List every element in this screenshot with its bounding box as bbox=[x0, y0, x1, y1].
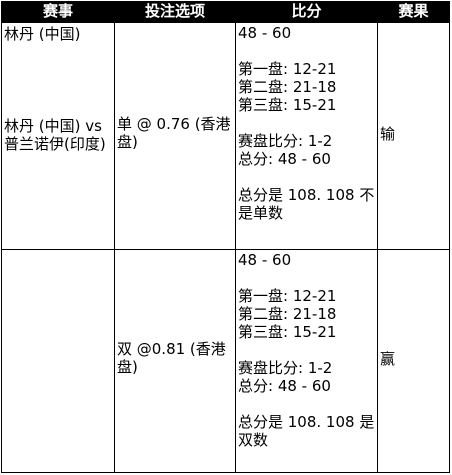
total-note: 总分是 108. 108 不是单数 bbox=[238, 186, 375, 222]
table-row: 双 @0.81 (香港盘) 48 - 60 第一盘: 12-21 第二盘: 21… bbox=[1, 249, 450, 473]
result-cell: 赢 bbox=[377, 249, 450, 473]
total-score: 总分: 48 - 60 bbox=[238, 150, 331, 168]
bet-option-cell: 双 @0.81 (香港盘) bbox=[114, 249, 236, 473]
header-score: 比分 bbox=[235, 1, 378, 23]
event-cell bbox=[1, 249, 115, 473]
header-result: 赛果 bbox=[377, 1, 450, 23]
result-value: 输 bbox=[380, 125, 396, 143]
result-cell: 输 bbox=[377, 22, 450, 250]
bet-option-cell: 单 @ 0.76 (香港盘) bbox=[114, 22, 236, 250]
bet-history-table: 赛事 投注选项 比分 赛果 林丹 (中国) 林丹 (中国) vs 普兰诺伊(印度… bbox=[1, 1, 450, 473]
score-details: 48 - 60 第一盘: 12-21 第二盘: 21-18 第三盘: 15-21… bbox=[238, 251, 375, 449]
game-2-score: 第二盘: 21-18 bbox=[238, 78, 337, 96]
total-note: 总分是 108. 108 是双数 bbox=[238, 413, 375, 449]
bet-option: 双 @0.81 (香港盘) bbox=[117, 340, 226, 376]
bet-option: 单 @ 0.76 (香港盘) bbox=[117, 115, 231, 151]
table-header: 赛事 投注选项 比分 赛果 bbox=[1, 1, 450, 23]
header-row: 赛事 投注选项 比分 赛果 bbox=[1, 1, 450, 23]
result-value: 赢 bbox=[380, 350, 396, 368]
score-details: 48 - 60 第一盘: 12-21 第二盘: 21-18 第三盘: 15-21… bbox=[238, 24, 375, 222]
event-cell: 林丹 (中国) 林丹 (中国) vs 普兰诺伊(印度) bbox=[1, 22, 115, 250]
table-row: 林丹 (中国) 林丹 (中国) vs 普兰诺伊(印度) 单 @ 0.76 (香港… bbox=[1, 22, 450, 250]
event-match: 林丹 (中国) vs 普兰诺伊(印度) bbox=[4, 117, 106, 153]
game-2-score: 第二盘: 21-18 bbox=[238, 305, 337, 323]
score-cell: 48 - 60 第一盘: 12-21 第二盘: 21-18 第三盘: 15-21… bbox=[235, 249, 378, 473]
final-score: 48 - 60 bbox=[238, 24, 292, 42]
set-score: 赛盘比分: 1-2 bbox=[238, 359, 333, 377]
score-cell: 48 - 60 第一盘: 12-21 第二盘: 21-18 第三盘: 15-21… bbox=[235, 22, 378, 250]
total-score: 总分: 48 - 60 bbox=[238, 377, 331, 395]
header-event: 赛事 bbox=[1, 1, 115, 23]
header-bet-option: 投注选项 bbox=[114, 1, 236, 23]
final-score: 48 - 60 bbox=[238, 251, 292, 269]
event-tournament: 林丹 (中国) bbox=[4, 25, 81, 43]
game-1-score: 第一盘: 12-21 bbox=[238, 60, 337, 78]
game-3-score: 第三盘: 15-21 bbox=[238, 96, 337, 114]
game-1-score: 第一盘: 12-21 bbox=[238, 287, 337, 305]
set-score: 赛盘比分: 1-2 bbox=[238, 132, 333, 150]
game-3-score: 第三盘: 15-21 bbox=[238, 323, 337, 341]
